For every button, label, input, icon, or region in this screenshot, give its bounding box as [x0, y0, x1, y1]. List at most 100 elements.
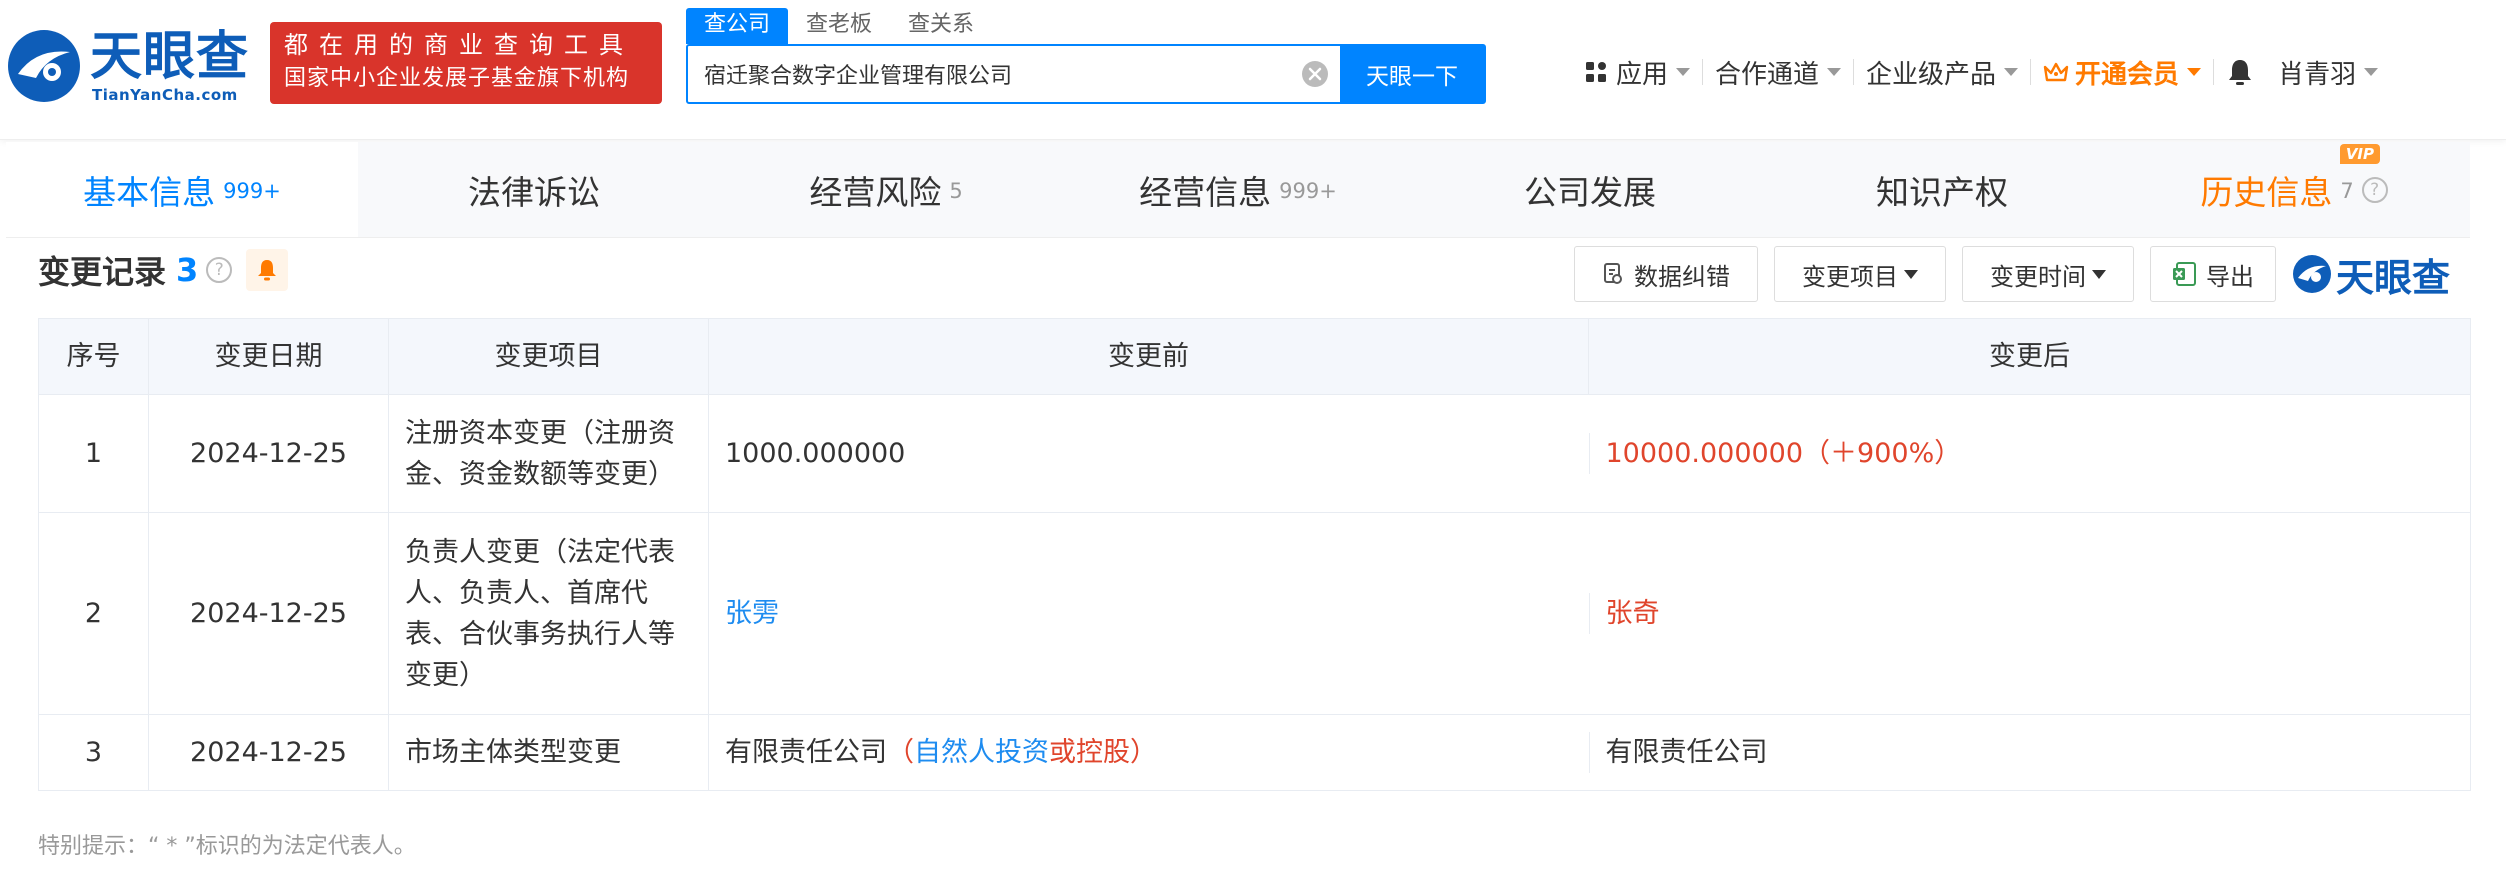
- excel-icon: [2173, 262, 2196, 286]
- tianyancha-logo-icon: [2293, 255, 2331, 293]
- monitor-bell-button[interactable]: [246, 249, 289, 291]
- tab-label: 法律诉讼: [468, 172, 600, 212]
- nav-enterprise-label: 企业级产品: [1866, 59, 1997, 90]
- nav-enterprise[interactable]: 企业级产品: [1854, 52, 2030, 92]
- data-correction-button[interactable]: 数据纠错: [1574, 246, 1758, 302]
- change-time-filter-label: 变更时间: [1990, 262, 2086, 291]
- change-item-filter[interactable]: 变更项目: [1774, 246, 1946, 302]
- tab-history[interactable]: VIP 历史信息 7 ?: [2118, 142, 2470, 237]
- table-row: 3 2024-12-25 市场主体类型变更 有限责任公司（自然人投资或控股） 有…: [38, 714, 2471, 791]
- table-row: 2 2024-12-25 负责人变更（法定代表人、负责人、首席代表、合伙事务执行…: [38, 512, 2471, 715]
- row-before-cell: 有限责任公司（自然人投资或控股）: [708, 714, 1589, 791]
- section-toolbar: 数据纠错 变更项目 变更时间 导出 天眼查: [1574, 246, 2450, 302]
- search-tab-relation[interactable]: 查关系: [890, 8, 992, 44]
- tab-label: 知识产权: [1876, 172, 2008, 212]
- person-link[interactable]: 张奇: [1588, 593, 2455, 634]
- nav-vip[interactable]: 开通会员: [2031, 52, 2213, 92]
- brand-name: 天眼查: [90, 27, 250, 87]
- change-time-filter[interactable]: 变更时间: [1962, 246, 2134, 302]
- row-no: 1: [38, 394, 149, 513]
- promo-banner[interactable]: 都在用的商业查询工具 国家中小企业发展子基金旗下机构: [270, 22, 662, 104]
- tab-basic-info[interactable]: 基本信息 999+: [6, 142, 358, 237]
- vip-badge: VIP: [2339, 144, 2380, 164]
- nav-partner-label: 合作通道: [1715, 59, 1820, 90]
- row-after-cell: 10000.000000（＋900%）: [1588, 394, 2471, 513]
- section-tabs: 基本信息 999+ 法律诉讼 经营风险 5 经营信息 999+ 公司发展 知识产…: [6, 142, 2470, 238]
- row-no: 2: [38, 512, 149, 715]
- tab-count: 999+: [223, 178, 281, 203]
- chevron-down-icon: [2004, 68, 2019, 76]
- tab-count: 7: [2340, 178, 2354, 203]
- tab-operation[interactable]: 经营信息 999+: [1062, 142, 1414, 237]
- person-link[interactable]: 张雱: [725, 598, 779, 629]
- tianyancha-logo-icon: [8, 30, 80, 102]
- tab-development[interactable]: 公司发展: [1414, 142, 1766, 237]
- nav-apps-label: 应用: [1616, 59, 1669, 90]
- watermark-text: 天眼查: [2336, 255, 2451, 300]
- nav-vip-label: 开通会员: [2075, 59, 2180, 90]
- bell-icon: [2229, 60, 2252, 85]
- tab-count: 5: [949, 178, 963, 203]
- row-before-change: 或控股）: [1049, 737, 1157, 768]
- row-date: 2024-12-25: [148, 512, 389, 715]
- nav-partner[interactable]: 合作通道: [1703, 52, 1853, 92]
- tab-risk[interactable]: 经营风险 5: [710, 142, 1062, 237]
- row-before-plain: 有限责任公司: [725, 737, 887, 768]
- tab-label: 公司发展: [1524, 172, 1656, 212]
- col-header-date: 变更日期: [148, 318, 389, 395]
- row-after-cell: 张奇: [1588, 512, 2471, 715]
- caret-down-icon: [1904, 269, 1918, 279]
- section-count: 3: [176, 251, 199, 289]
- export-button[interactable]: 导出: [2150, 246, 2276, 302]
- help-icon[interactable]: ?: [206, 257, 233, 283]
- change-item-filter-label: 变更项目: [1802, 262, 1898, 291]
- promo-line-1: 都在用的商业查询工具: [284, 31, 634, 59]
- row-date: 2024-12-25: [148, 394, 389, 513]
- bell-icon: [258, 260, 277, 281]
- tab-ip[interactable]: 知识产权: [1766, 142, 2118, 237]
- apps-grid-icon: [1586, 62, 1606, 82]
- row-after: 有限责任公司: [1588, 732, 2455, 773]
- watermark-logo: 天眼查: [2292, 247, 2450, 302]
- notification-button[interactable]: [2214, 52, 2266, 92]
- export-label: 导出: [2206, 262, 2254, 291]
- top-header: 天眼查 TianYanCha.com 都在用的商业查询工具 国家中小企业发展子基…: [0, 0, 2506, 140]
- clear-icon: [1302, 61, 1328, 87]
- tab-count: 999+: [1279, 178, 1337, 203]
- col-header-item: 变更项目: [388, 318, 709, 395]
- promo-line-2: 国家中小企业发展子基金旗下机构: [284, 66, 630, 91]
- help-icon[interactable]: ?: [2361, 176, 2388, 203]
- chevron-down-icon: [2187, 68, 2202, 76]
- chevron-down-icon: [1827, 68, 1842, 76]
- row-item: 市场主体类型变更: [388, 714, 709, 791]
- chevron-down-icon: [2364, 68, 2379, 76]
- row-item: 负责人变更（法定代表人、负责人、首席代表、合伙事务执行人等变更）: [388, 512, 709, 715]
- search-button[interactable]: 天眼一下: [1340, 46, 1484, 102]
- tab-legal[interactable]: 法律诉讼: [358, 142, 710, 237]
- nav-apps[interactable]: 应用: [1572, 52, 1702, 92]
- table-header-row: 序号 变更日期 变更项目 变更前 变更后: [38, 318, 2471, 395]
- tab-label: 历史信息: [2200, 172, 2333, 212]
- search-tab-company[interactable]: 查公司: [686, 8, 789, 44]
- table-row: 1 2024-12-25 注册资本变更（注册资金、资金数额等变更） 1000.0…: [38, 394, 2471, 513]
- chevron-down-icon: [1676, 68, 1691, 76]
- brand-domain: TianYanCha.com: [92, 86, 238, 104]
- col-header-after: 变更后: [1588, 318, 2471, 395]
- section-header: 变更记录 3 ?: [38, 248, 289, 292]
- row-before-paren: （: [887, 737, 914, 768]
- row-after: 10000.000000（＋900%）: [1588, 433, 2455, 474]
- row-item: 注册资本变更（注册资金、资金数额等变更）: [388, 394, 709, 513]
- row-before-cell: 张雱: [708, 512, 1589, 715]
- crown-icon: [2043, 62, 2069, 82]
- footnote: 特别提示：“ * ”标识的为法定代表人。: [38, 834, 416, 859]
- change-record-table: 序号 变更日期 变更项目 变更前 变更后 1 2024-12-25 注册资本变更…: [38, 318, 2471, 791]
- nav-user[interactable]: 肖青羽: [2266, 52, 2390, 92]
- col-header-no: 序号: [38, 318, 149, 395]
- brand-logo[interactable]: 天眼查 TianYanCha.com: [6, 26, 256, 106]
- top-nav: 应用 合作通道 企业级产品 开通会员 肖青羽: [1572, 52, 2390, 92]
- data-correction-label: 数据纠错: [1634, 262, 1730, 291]
- clear-search-button[interactable]: [1290, 46, 1340, 102]
- search-tab-boss[interactable]: 查老板: [788, 8, 890, 44]
- search-input[interactable]: [688, 46, 1290, 102]
- row-before: 1000.000000: [708, 394, 1589, 513]
